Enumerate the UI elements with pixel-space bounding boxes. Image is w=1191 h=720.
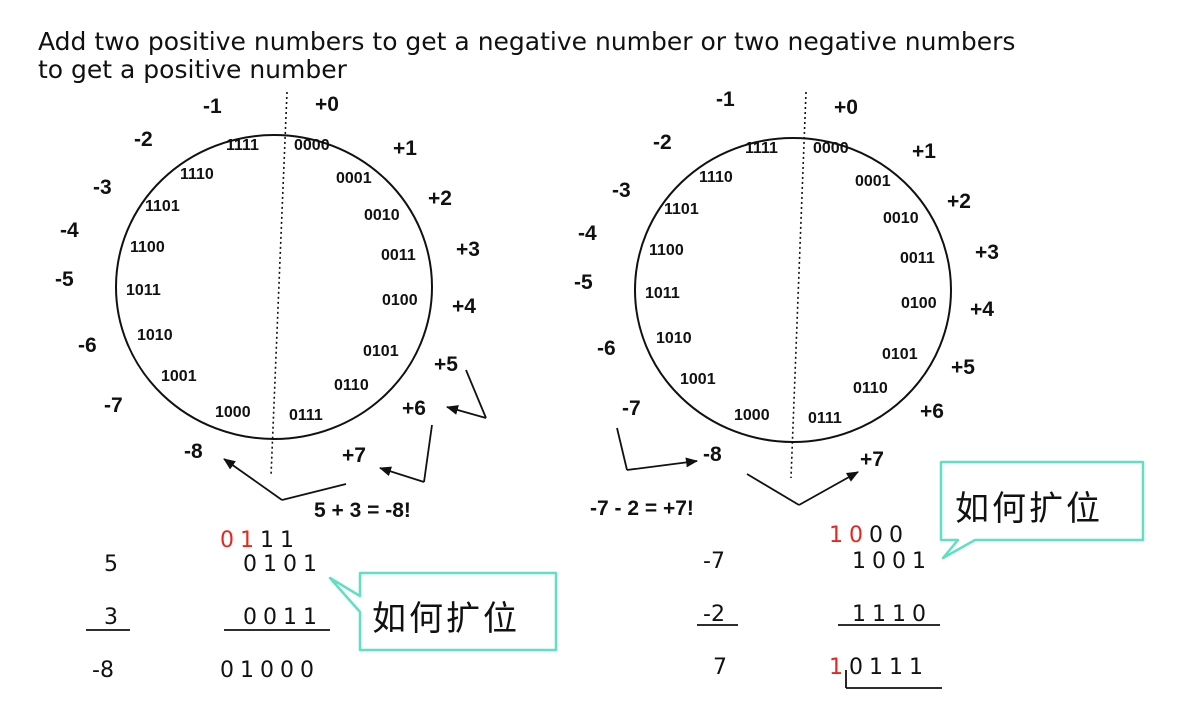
left-carry-row: 0111 bbox=[220, 528, 300, 553]
left-bin-0100: 0100 bbox=[382, 292, 418, 309]
right-row1-dec: -7 bbox=[703, 549, 725, 574]
right-dec-plus1: +1 bbox=[912, 140, 936, 163]
right-bin-0110: 0110 bbox=[853, 380, 888, 397]
right-row1-bin: 1001 bbox=[852, 549, 932, 574]
left-row1-bin: 0101 bbox=[243, 552, 323, 577]
diagram-graphics bbox=[86, 91, 1145, 689]
left-callout-text: 如何扩位 bbox=[372, 599, 520, 639]
right-bin-1101: 1101 bbox=[664, 201, 699, 218]
right-dec-plus6: +6 bbox=[920, 400, 944, 423]
left-bin-0010: 0010 bbox=[364, 207, 400, 224]
right-bin-0101: 0101 bbox=[882, 346, 918, 363]
left-bin-1000: 1000 bbox=[215, 404, 251, 421]
left-bin-1110: 1110 bbox=[180, 166, 214, 183]
right-result-bin: 0111 bbox=[849, 655, 929, 680]
left-result-dec: -8 bbox=[92, 658, 114, 683]
left-result-bin: 01000 bbox=[220, 658, 320, 683]
left-dec-plus6: +6 bbox=[402, 397, 426, 420]
left-carry-black: 11 bbox=[260, 528, 300, 553]
left-bin-1111: 1111 bbox=[226, 137, 259, 154]
left-row2-bin: 0011 bbox=[243, 605, 323, 630]
left-bin-1100: 1100 bbox=[130, 239, 165, 256]
right-dec-plus2: +2 bbox=[947, 190, 971, 213]
left-bin-0000: 0000 bbox=[294, 137, 330, 154]
left-dec-minus6: -6 bbox=[78, 334, 97, 357]
left-bin-0111: 0111 bbox=[289, 407, 323, 424]
right-number-circle bbox=[634, 137, 952, 443]
right-carry-red: 10 bbox=[829, 523, 869, 548]
right-bin-0100: 0100 bbox=[901, 295, 937, 312]
right-dec-minus3: -3 bbox=[612, 179, 631, 202]
left-bin-1101: 1101 bbox=[145, 198, 180, 215]
left-bin-1010: 1010 bbox=[137, 327, 173, 344]
right-dec-minus1: -1 bbox=[716, 88, 735, 111]
left-dec-minus5: -5 bbox=[55, 268, 74, 291]
right-dec-minus4: -4 bbox=[578, 222, 597, 245]
right-result-row: 10111 bbox=[829, 655, 929, 680]
right-carry-row: 1000 bbox=[829, 523, 909, 548]
right-dec-minus5: -5 bbox=[574, 271, 593, 294]
left-dec-plus0: +0 bbox=[315, 93, 339, 116]
right-bin-0111: 0111 bbox=[808, 410, 842, 427]
left-bin-0101: 0101 bbox=[363, 343, 399, 360]
right-bin-1100: 1100 bbox=[649, 242, 684, 259]
left-carry-red: 01 bbox=[220, 528, 260, 553]
left-dec-plus7: +7 bbox=[342, 444, 366, 467]
left-dec-plus3: +3 bbox=[456, 238, 480, 261]
left-dec-minus1: -1 bbox=[203, 95, 222, 118]
right-dec-plus4: +4 bbox=[970, 298, 994, 321]
right-dec-minus7: -7 bbox=[622, 397, 641, 420]
left-dec-minus4: -4 bbox=[60, 219, 79, 242]
right-bin-1010: 1010 bbox=[656, 330, 692, 347]
right-dec-minus6: -6 bbox=[597, 337, 616, 360]
left-dec-plus5: +5 bbox=[434, 353, 458, 376]
left-bin-0110: 0110 bbox=[334, 377, 369, 394]
left-dec-minus8: -8 bbox=[184, 440, 203, 463]
left-bin-0011: 0011 bbox=[381, 247, 416, 264]
right-row2-bin: 1110 bbox=[852, 602, 932, 627]
right-dec-plus3: +3 bbox=[975, 241, 999, 264]
right-bin-1111: 1111 bbox=[745, 140, 778, 157]
right-carry-black: 00 bbox=[869, 523, 909, 548]
right-bin-0000: 0000 bbox=[813, 140, 849, 157]
left-dec-minus3: -3 bbox=[93, 176, 112, 199]
right-dec-minus2: -2 bbox=[653, 131, 672, 154]
right-dec-plus0: +0 bbox=[834, 96, 858, 119]
left-divider-line bbox=[270, 91, 288, 477]
right-bin-1011: 1011 bbox=[645, 285, 680, 302]
left-dec-plus4: +4 bbox=[452, 295, 476, 318]
left-dec-minus7: -7 bbox=[104, 394, 123, 417]
right-bin-0010: 0010 bbox=[883, 210, 919, 227]
left-bin-1001: 1001 bbox=[161, 368, 197, 385]
right-bin-0011: 0011 bbox=[900, 250, 935, 267]
left-row2-dec: 3 bbox=[104, 605, 118, 630]
right-result-dec: 7 bbox=[713, 655, 727, 680]
left-dec-minus2: -2 bbox=[134, 128, 153, 151]
right-row2-dec: -2 bbox=[703, 602, 725, 627]
right-divider-line bbox=[790, 91, 807, 479]
left-equation: 5 + 3 = -8! bbox=[314, 499, 411, 522]
right-result-carry: 1 bbox=[829, 655, 849, 680]
left-dec-plus2: +2 bbox=[428, 187, 452, 210]
right-callout-text: 如何扩位 bbox=[955, 489, 1103, 529]
right-bin-0001: 0001 bbox=[855, 173, 891, 190]
right-bin-1001: 1001 bbox=[680, 371, 716, 388]
left-dec-plus1: +1 bbox=[393, 137, 417, 160]
left-row1-dec: 5 bbox=[104, 552, 118, 577]
right-bin-1110: 1110 bbox=[699, 169, 733, 186]
right-equation: -7 - 2 = +7! bbox=[590, 497, 694, 520]
right-dec-plus5: +5 bbox=[951, 356, 975, 379]
right-dec-minus8: -8 bbox=[703, 443, 722, 466]
right-bin-1000: 1000 bbox=[734, 407, 770, 424]
left-bin-0001: 0001 bbox=[336, 170, 372, 187]
left-bin-1011: 1011 bbox=[126, 282, 161, 299]
right-dec-plus7: +7 bbox=[860, 448, 884, 471]
